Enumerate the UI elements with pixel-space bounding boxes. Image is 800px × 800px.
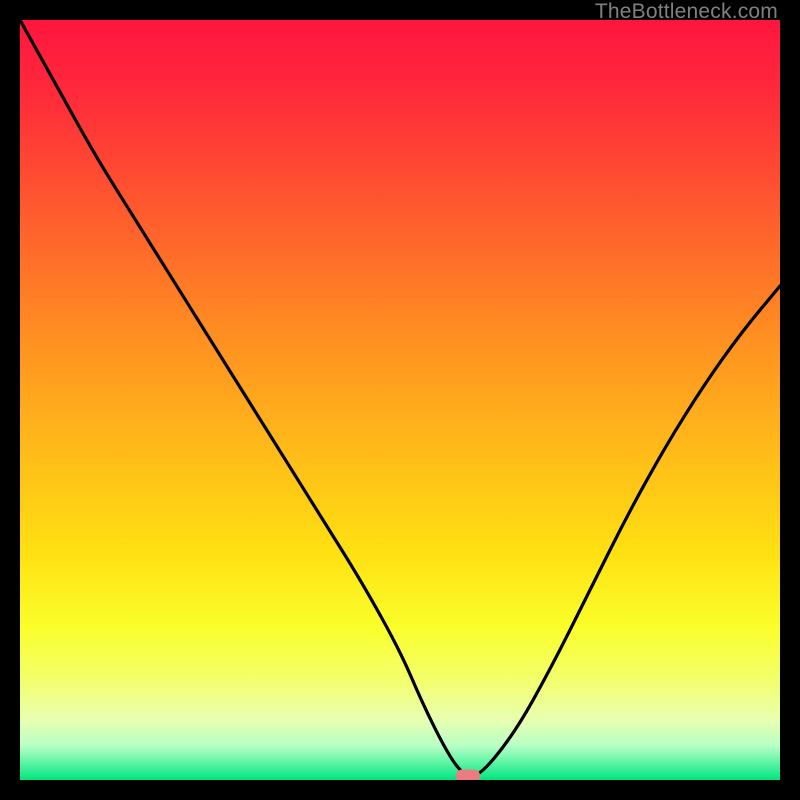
- bottleneck-curve: [20, 20, 780, 780]
- chart-frame: TheBottleneck.com: [0, 0, 800, 800]
- watermark-text: TheBottleneck.com: [595, 0, 778, 24]
- optimum-marker: [456, 770, 480, 780]
- plot-area: [20, 20, 780, 780]
